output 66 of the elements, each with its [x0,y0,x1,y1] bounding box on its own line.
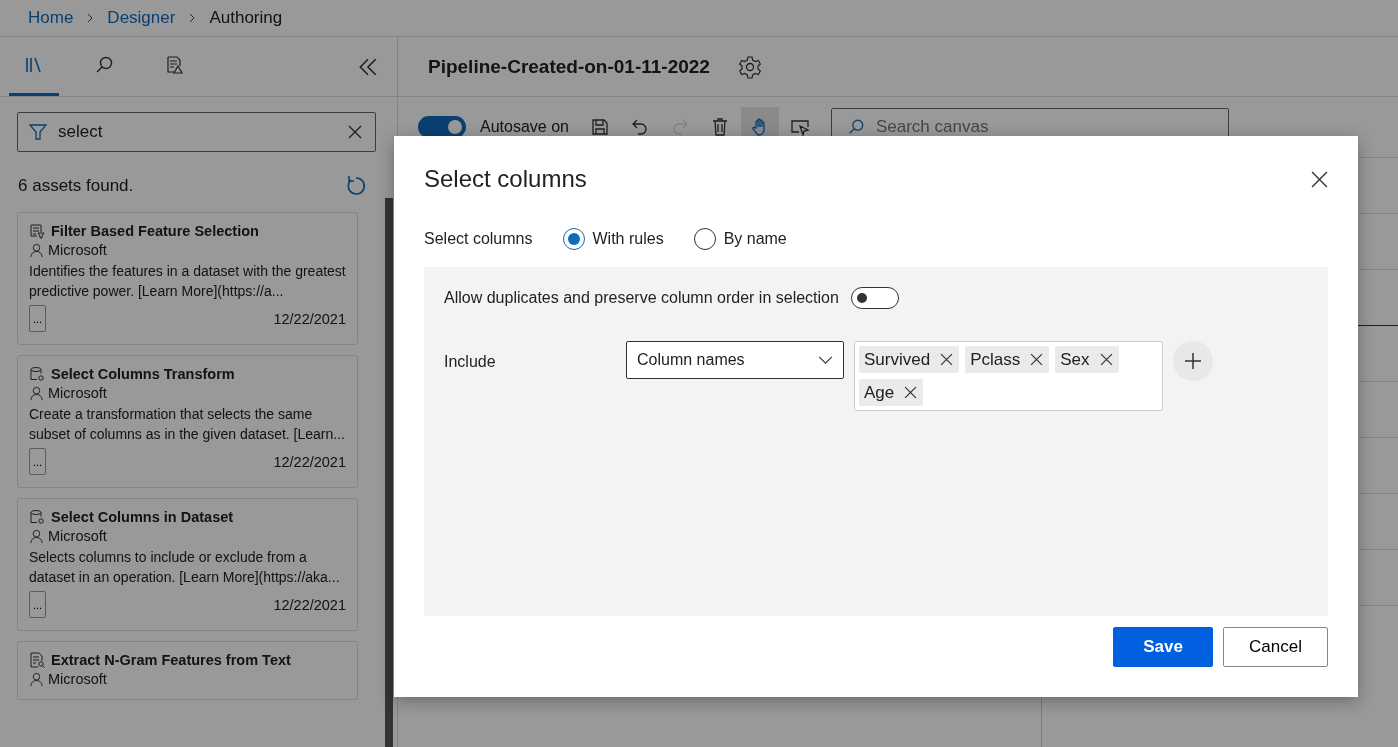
asset-description: Identifies the features in a dataset with the greatest predictive power. [Learn More](https://a... [29,262,346,301]
asset-author: Microsoft [48,528,107,544]
column-type-dropdown[interactable]: Column names [626,341,844,379]
result-count: 6 assets found. [18,176,134,196]
search-icon [94,55,114,75]
more-button[interactable]: ... [29,448,46,475]
save-button[interactable]: Save [1113,627,1213,667]
remove-icon[interactable] [904,386,918,399]
breadcrumb-item: Authoring [209,8,283,28]
asset-card[interactable]: Filter Based Feature Selection Microsoft Identifies the features in a dataset with the greatest predictive power. [Learn More](https://a... ... 12/22/2021 [17,212,358,345]
allow-duplicates-toggle[interactable] [850,287,899,309]
allow-duplicates-label: Allow duplicates and preserve column order in selection [444,289,839,307]
asset-description: Create a transformation that selects the same subset of columns as in the given dataset. [Learn... [29,405,346,444]
person-icon [29,671,44,687]
database-gear-icon [29,366,45,382]
breadcrumb-item[interactable]: Home [28,8,74,28]
autosave-toggle[interactable] [418,116,466,138]
plus-icon [1183,351,1203,371]
person-icon [29,242,44,258]
dialog-title: Select columns [424,165,587,193]
close-icon[interactable] [1311,170,1328,188]
database-gear-icon [29,509,45,525]
asset-card[interactable]: Extract N-Gram Features from Text Microsoft [17,641,358,700]
more-button[interactable]: ... [29,305,46,332]
asset-title: Extract N-Gram Features from Text [51,652,291,668]
asset-date: 12/22/2021 [273,596,346,613]
person-icon [29,385,44,401]
asset-description: Selects columns to include or exclude from a dataset in an operation. [Learn More](https://aka... [29,548,341,587]
asset-title: Select Columns in Dataset [51,509,234,525]
asset-date: 12/22/2021 [273,453,346,470]
settings-icon[interactable] [737,54,762,79]
cancel-button[interactable]: Cancel [1223,627,1328,667]
autosave-label: Autosave on [480,118,569,136]
asset-date: 12/22/2021 [273,310,346,327]
document-icon [29,652,45,668]
tag-label: Pclass [970,349,1021,370]
asset-title: Select Columns Transform [51,366,235,382]
asset-author: Microsoft [48,242,107,258]
filter-field[interactable]: select [17,112,376,152]
tag-label: Survived [864,349,931,370]
list-filter-icon [29,223,45,239]
person-icon [29,528,44,544]
filter-icon [28,122,48,142]
asset-card[interactable]: Select Columns Transform Microsoft Create a transformation that selects the same subset of columns as in the given dataset. [Learn... ... 12/22/2021 [17,355,358,488]
include-label: Include [444,353,497,371]
asset-author: Microsoft [48,385,107,401]
tag-label: Age [864,382,895,403]
add-button[interactable] [1173,341,1213,381]
tag-label: Sex [1060,349,1090,370]
more-button[interactable]: ... [29,591,46,618]
asset-author: Microsoft [48,671,107,687]
remove-icon[interactable] [1099,353,1113,366]
remove-icon[interactable] [940,353,954,366]
mode-radio[interactable]: With rules [562,228,664,250]
asset-card[interactable]: Select Columns in Dataset Microsoft Selects columns to include or exclude from a dataset in an operation. [Learn More](https://aka... ... 12/22/2021 [17,498,358,631]
clear-icon[interactable] [347,124,363,140]
chevron-down-icon [818,355,833,365]
asset-title: Filter Based Feature Selection [51,223,259,239]
pipeline-title: Pipeline-Created-on-01-11-2022 [428,55,710,78]
column-tags-field[interactable]: Survived Pclass Sex Age [854,341,1163,411]
mode-label: Select columns [424,230,533,248]
library-icon [24,55,44,75]
document-warning-icon [164,55,184,75]
mode-radio[interactable]: By name [693,228,787,250]
remove-icon[interactable] [1030,353,1044,366]
breadcrumb-item[interactable]: Designer [107,8,176,28]
